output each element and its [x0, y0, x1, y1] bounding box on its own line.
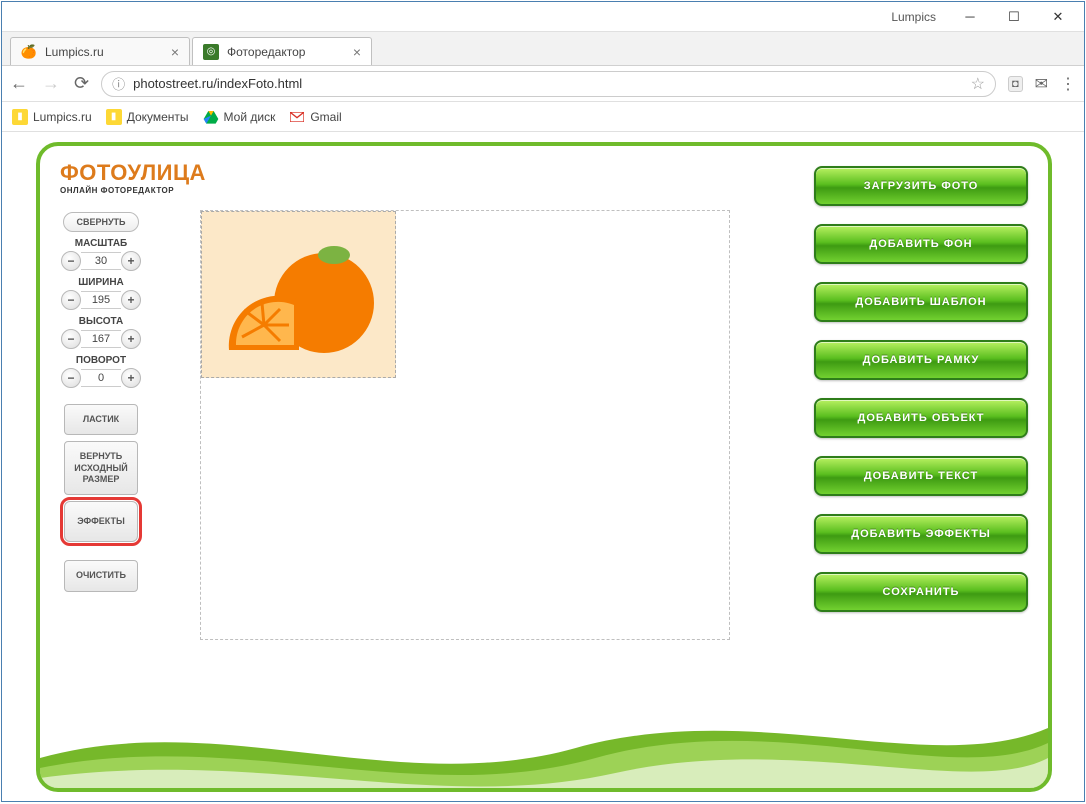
mail-icon[interactable]: ✉	[1035, 74, 1048, 94]
logo: ФОТОУЛИЦА ОНЛАЙН ФОТОРЕДАКТОР	[60, 160, 206, 195]
app-frame: ФОТОУЛИЦА ОНЛАЙН ФОТОРЕДАКТОР СВЕРНУТЬ М…	[36, 142, 1052, 792]
bookmark-label: Lumpics.ru	[33, 110, 92, 124]
width-stepper: − 195 +	[61, 290, 141, 310]
logo-sub: ОНЛАЙН ФОТОРЕДАКТОР	[60, 186, 206, 195]
maximize-button[interactable]: ☐	[992, 5, 1036, 29]
add-text-button[interactable]: ДОБАВИТЬ ТЕКСТ	[814, 456, 1028, 496]
titlebar: Lumpics ─ ☐ ✕	[2, 2, 1084, 32]
nav-icons: ← → ⟳	[10, 73, 89, 94]
effects-button[interactable]: ЭФФЕКТЫ	[64, 501, 138, 542]
favicon-app-icon: ◎	[203, 44, 219, 60]
plus-icon[interactable]: +	[121, 368, 141, 388]
add-frame-button[interactable]: ДОБАВИТЬ РАМКУ	[814, 340, 1028, 380]
add-background-button[interactable]: ДОБАВИТЬ ФОН	[814, 224, 1028, 264]
canvas[interactable]	[200, 210, 730, 640]
minus-icon[interactable]: −	[61, 368, 81, 388]
eraser-button[interactable]: ЛАСТИК	[64, 404, 138, 435]
reload-icon[interactable]: ⟳	[74, 73, 89, 94]
toolbar-right: ◘ ✉ ⋮	[1008, 74, 1076, 94]
plus-icon[interactable]: +	[121, 251, 141, 271]
upload-photo-button[interactable]: ЗАГРУЗИТЬ ФОТО	[814, 166, 1028, 206]
plus-icon[interactable]: +	[121, 329, 141, 349]
shield-icon[interactable]: ◘	[1008, 76, 1023, 92]
tab-photoeditor[interactable]: ◎ Фоторедактор ×	[192, 37, 372, 65]
width-value[interactable]: 195	[81, 291, 121, 309]
add-template-button[interactable]: ДОБАВИТЬ ШАБЛОН	[814, 282, 1028, 322]
bookmark-label: Gmail	[310, 110, 341, 124]
window-controls: ─ ☐ ✕	[948, 5, 1080, 29]
bookmark-documents[interactable]: ▮ Документы	[106, 109, 189, 125]
height-label: ВЫСОТА	[79, 316, 123, 327]
rotate-stepper: − 0 +	[61, 368, 141, 388]
browser-window: Lumpics ─ ☐ ✕ 🍊 Lumpics.ru × ◎ Фоторедак…	[1, 1, 1085, 802]
back-icon[interactable]: ←	[10, 73, 28, 94]
logo-main: ФОТОУЛИЦА	[60, 160, 206, 186]
window-title: Lumpics	[891, 10, 936, 24]
gmail-icon	[289, 109, 305, 125]
orange-illustration-icon	[214, 225, 384, 365]
address-bar: ← → ⟳ ⓘ photostreet.ru/indexFoto.html ☆ …	[2, 66, 1084, 102]
bookmark-gmail[interactable]: Gmail	[289, 109, 341, 125]
plus-icon[interactable]: +	[121, 290, 141, 310]
scale-stepper: − 30 +	[61, 251, 141, 271]
collapse-button[interactable]: СВЕРНУТЬ	[63, 212, 139, 232]
bookmark-label: Мой диск	[224, 110, 276, 124]
tab-label: Фоторедактор	[227, 45, 305, 59]
add-effects-button[interactable]: ДОБАВИТЬ ЭФФЕКТЫ	[814, 514, 1028, 554]
url-text: photostreet.ru/indexFoto.html	[133, 76, 302, 91]
bookmarks-bar: ▮ Lumpics.ru ▮ Документы Мой диск Gmail	[2, 102, 1084, 132]
bookmark-label: Документы	[127, 110, 189, 124]
folder-icon: ▮	[12, 109, 28, 125]
close-button[interactable]: ✕	[1036, 5, 1080, 29]
width-label: ШИРИНА	[78, 277, 124, 288]
page-content: ФОТОУЛИЦА ОНЛАЙН ФОТОРЕДАКТОР СВЕРНУТЬ М…	[2, 132, 1084, 801]
rotate-value[interactable]: 0	[81, 369, 121, 387]
bookmark-drive[interactable]: Мой диск	[203, 109, 276, 125]
footer-wave	[40, 698, 1048, 788]
bookmark-lumpics[interactable]: ▮ Lumpics.ru	[12, 109, 92, 125]
clear-button[interactable]: ОЧИСТИТЬ	[64, 560, 138, 591]
tabs-bar: 🍊 Lumpics.ru × ◎ Фоторедактор ×	[2, 32, 1084, 66]
minus-icon[interactable]: −	[61, 329, 81, 349]
rotate-control: ПОВОРОТ − 0 +	[57, 355, 145, 388]
bookmark-star-icon[interactable]: ☆	[971, 74, 985, 94]
minus-icon[interactable]: −	[61, 290, 81, 310]
height-stepper: − 167 +	[61, 329, 141, 349]
favicon-orange-icon: 🍊	[21, 44, 37, 60]
scale-label: МАСШТАБ	[75, 238, 127, 249]
scale-value[interactable]: 30	[81, 252, 121, 270]
left-toolbar: СВЕРНУТЬ МАСШТАБ − 30 + ШИРИНА − 195 +	[56, 212, 146, 592]
reset-size-button[interactable]: ВЕРНУТЬ ИСХОДНЫЙ РАЗМЕР	[64, 441, 138, 495]
close-icon[interactable]: ×	[171, 44, 179, 60]
canvas-image[interactable]	[201, 211, 396, 378]
folder-icon: ▮	[106, 109, 122, 125]
right-toolbar: ЗАГРУЗИТЬ ФОТО ДОБАВИТЬ ФОН ДОБАВИТЬ ШАБ…	[814, 166, 1028, 612]
save-button[interactable]: СОХРАНИТЬ	[814, 572, 1028, 612]
minus-icon[interactable]: −	[61, 251, 81, 271]
drive-icon	[203, 109, 219, 125]
close-icon[interactable]: ×	[353, 44, 361, 60]
add-object-button[interactable]: ДОБАВИТЬ ОБЪЕКТ	[814, 398, 1028, 438]
width-control: ШИРИНА − 195 +	[57, 277, 145, 310]
tab-label: Lumpics.ru	[45, 45, 104, 59]
site-info-icon[interactable]: ⓘ	[112, 74, 125, 93]
omnibox[interactable]: ⓘ photostreet.ru/indexFoto.html ☆	[101, 71, 996, 97]
minimize-button[interactable]: ─	[948, 5, 992, 29]
tab-lumpics[interactable]: 🍊 Lumpics.ru ×	[10, 37, 190, 65]
height-control: ВЫСОТА − 167 +	[57, 316, 145, 349]
forward-icon[interactable]: →	[42, 73, 60, 94]
rotate-label: ПОВОРОТ	[76, 355, 126, 366]
height-value[interactable]: 167	[81, 330, 121, 348]
menu-icon[interactable]: ⋮	[1060, 74, 1076, 94]
scale-control: МАСШТАБ − 30 +	[57, 238, 145, 271]
